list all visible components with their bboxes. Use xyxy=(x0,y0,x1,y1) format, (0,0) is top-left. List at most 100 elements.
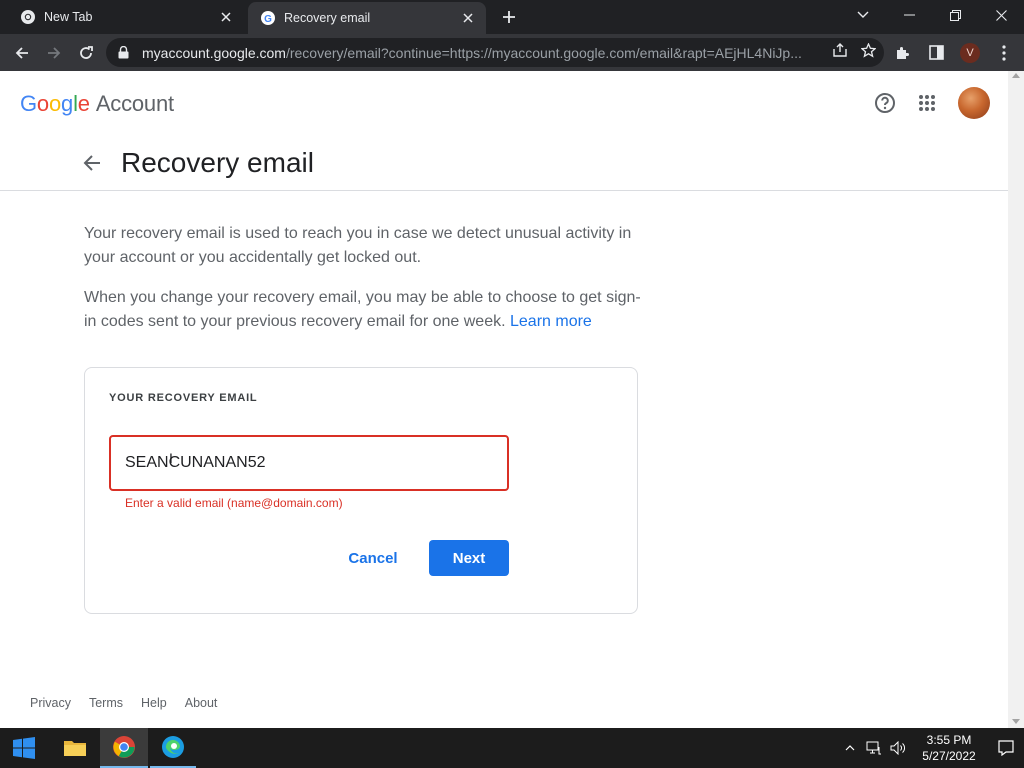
lock-icon[interactable] xyxy=(118,46,132,59)
edge-icon xyxy=(162,736,184,758)
footer-link-about[interactable]: About xyxy=(185,696,218,710)
logo-letter: g xyxy=(61,91,74,116)
plus-icon xyxy=(503,11,515,23)
google-g-icon: G xyxy=(260,10,276,26)
minimize-icon xyxy=(903,14,915,16)
window-controls xyxy=(840,0,1024,30)
text-cursor: I xyxy=(169,450,173,466)
arrow-right-icon xyxy=(48,46,61,59)
scroll-up-arrow[interactable] xyxy=(1012,73,1020,78)
tab-new-tab[interactable]: New Tab xyxy=(8,0,244,34)
more-vert-icon xyxy=(1002,44,1006,61)
tab-title: New Tab xyxy=(44,10,93,24)
title-row: Recovery email xyxy=(0,135,1008,191)
profile-button[interactable]: V xyxy=(956,39,984,67)
new-tab-button[interactable] xyxy=(498,6,520,28)
header-actions xyxy=(860,86,990,120)
tab-search-button[interactable] xyxy=(840,0,886,30)
restore-button[interactable] xyxy=(932,0,978,30)
close-icon[interactable] xyxy=(216,7,236,27)
close-icon[interactable] xyxy=(458,8,478,28)
omnibox-actions xyxy=(833,38,877,67)
network-button[interactable] xyxy=(862,728,886,768)
edge-taskbar-button[interactable] xyxy=(150,728,196,768)
arrow-left-icon xyxy=(15,46,28,59)
page-scrollbar[interactable] xyxy=(1008,71,1024,728)
arrow-left-icon xyxy=(83,155,100,171)
clock-time: 3:55 PM xyxy=(926,733,972,747)
notification-icon xyxy=(998,740,1014,756)
browser-tab-strip: New Tab G Recovery email xyxy=(0,0,1024,34)
browser-toolbar: myaccount.google.com/recovery/email?cont… xyxy=(0,34,1024,71)
folder-icon xyxy=(64,741,86,756)
close-icon xyxy=(995,9,1007,21)
description-paragraph: When you change your recovery email, you… xyxy=(84,286,644,334)
cancel-button[interactable]: Cancel xyxy=(335,540,411,576)
learn-more-link[interactable]: Learn more xyxy=(510,313,592,330)
file-explorer-taskbar-button[interactable] xyxy=(52,728,98,768)
chrome-menu-button[interactable] xyxy=(990,39,1018,67)
close-window-button[interactable] xyxy=(978,0,1024,30)
chevron-down-icon xyxy=(857,11,869,18)
clock-date: 5/27/2022 xyxy=(922,749,976,763)
forward-button[interactable] xyxy=(40,39,68,67)
chevron-up-icon xyxy=(845,745,855,751)
description-paragraph: Your recovery email is used to reach you… xyxy=(84,225,632,266)
apps-grid-icon xyxy=(919,95,935,111)
taskbar-clock[interactable]: 3:55 PM 5/27/2022 xyxy=(910,732,988,764)
puzzle-icon xyxy=(897,46,909,59)
chrome-icon xyxy=(20,9,36,25)
windows-taskbar: 3:55 PM 5/27/2022 xyxy=(0,728,1024,768)
svg-text:G: G xyxy=(264,14,272,25)
account-avatar[interactable] xyxy=(958,87,990,119)
toolbar-right: V xyxy=(884,34,1024,71)
footer-link-privacy[interactable]: Privacy xyxy=(30,696,71,710)
footer-link-terms[interactable]: Terms xyxy=(89,696,123,710)
extensions-button[interactable] xyxy=(888,39,916,67)
address-bar[interactable]: myaccount.google.com/recovery/email?cont… xyxy=(106,38,884,67)
chrome-taskbar-button[interactable] xyxy=(100,728,148,768)
url-host: myaccount.google.com xyxy=(142,44,286,61)
windows-logo-icon xyxy=(13,737,35,759)
back-button[interactable] xyxy=(8,39,36,67)
page-content: Google Account Recovery email Your recov… xyxy=(0,71,1008,728)
speaker-icon xyxy=(890,741,905,755)
logo-letter: o xyxy=(36,91,49,116)
minimize-button[interactable] xyxy=(886,0,932,30)
url-path: /recovery/email?continue=https://myaccou… xyxy=(285,44,802,61)
bookmark-star-icon[interactable] xyxy=(860,41,877,63)
tray-overflow-button[interactable] xyxy=(838,728,862,768)
restore-icon xyxy=(949,9,961,21)
footer-link-help[interactable]: Help xyxy=(141,696,167,710)
volume-button[interactable] xyxy=(886,728,910,768)
system-tray: 3:55 PM 5/27/2022 xyxy=(838,728,1024,768)
tab-title: Recovery email xyxy=(284,11,371,25)
tab-recovery-email[interactable]: G Recovery email xyxy=(248,2,486,34)
share-icon[interactable] xyxy=(833,43,847,62)
page-title: Recovery email xyxy=(121,147,314,178)
logo-letter: o xyxy=(48,91,62,116)
logo-letter: G xyxy=(20,91,37,116)
url-text[interactable]: myaccount.google.com/recovery/email?cont… xyxy=(142,45,812,61)
next-button[interactable]: Next xyxy=(429,540,509,576)
reload-icon xyxy=(80,45,93,59)
recovery-email-card: YOUR RECOVERY EMAIL I Enter a valid emai… xyxy=(84,367,638,614)
side-panel-icon xyxy=(928,45,944,60)
page-back-button[interactable] xyxy=(78,149,106,177)
error-message: Enter a valid email (name@domain.com) xyxy=(125,496,343,510)
network-icon xyxy=(866,741,881,755)
footer-links: Privacy Terms Help About xyxy=(30,696,217,710)
logo-account-text: Account xyxy=(95,91,174,116)
start-button[interactable] xyxy=(0,728,48,768)
apps-button[interactable] xyxy=(910,86,944,120)
help-button[interactable] xyxy=(868,86,902,120)
reload-button[interactable] xyxy=(72,39,100,67)
side-panel-button[interactable] xyxy=(922,39,950,67)
logo-letter: e xyxy=(77,91,90,116)
scroll-down-arrow[interactable] xyxy=(1012,719,1020,724)
google-account-header: Google Account xyxy=(0,71,1008,135)
notifications-button[interactable] xyxy=(988,728,1024,768)
google-account-logo[interactable]: Google Account xyxy=(20,91,174,117)
chrome-icon xyxy=(113,736,135,758)
help-icon xyxy=(875,93,895,113)
